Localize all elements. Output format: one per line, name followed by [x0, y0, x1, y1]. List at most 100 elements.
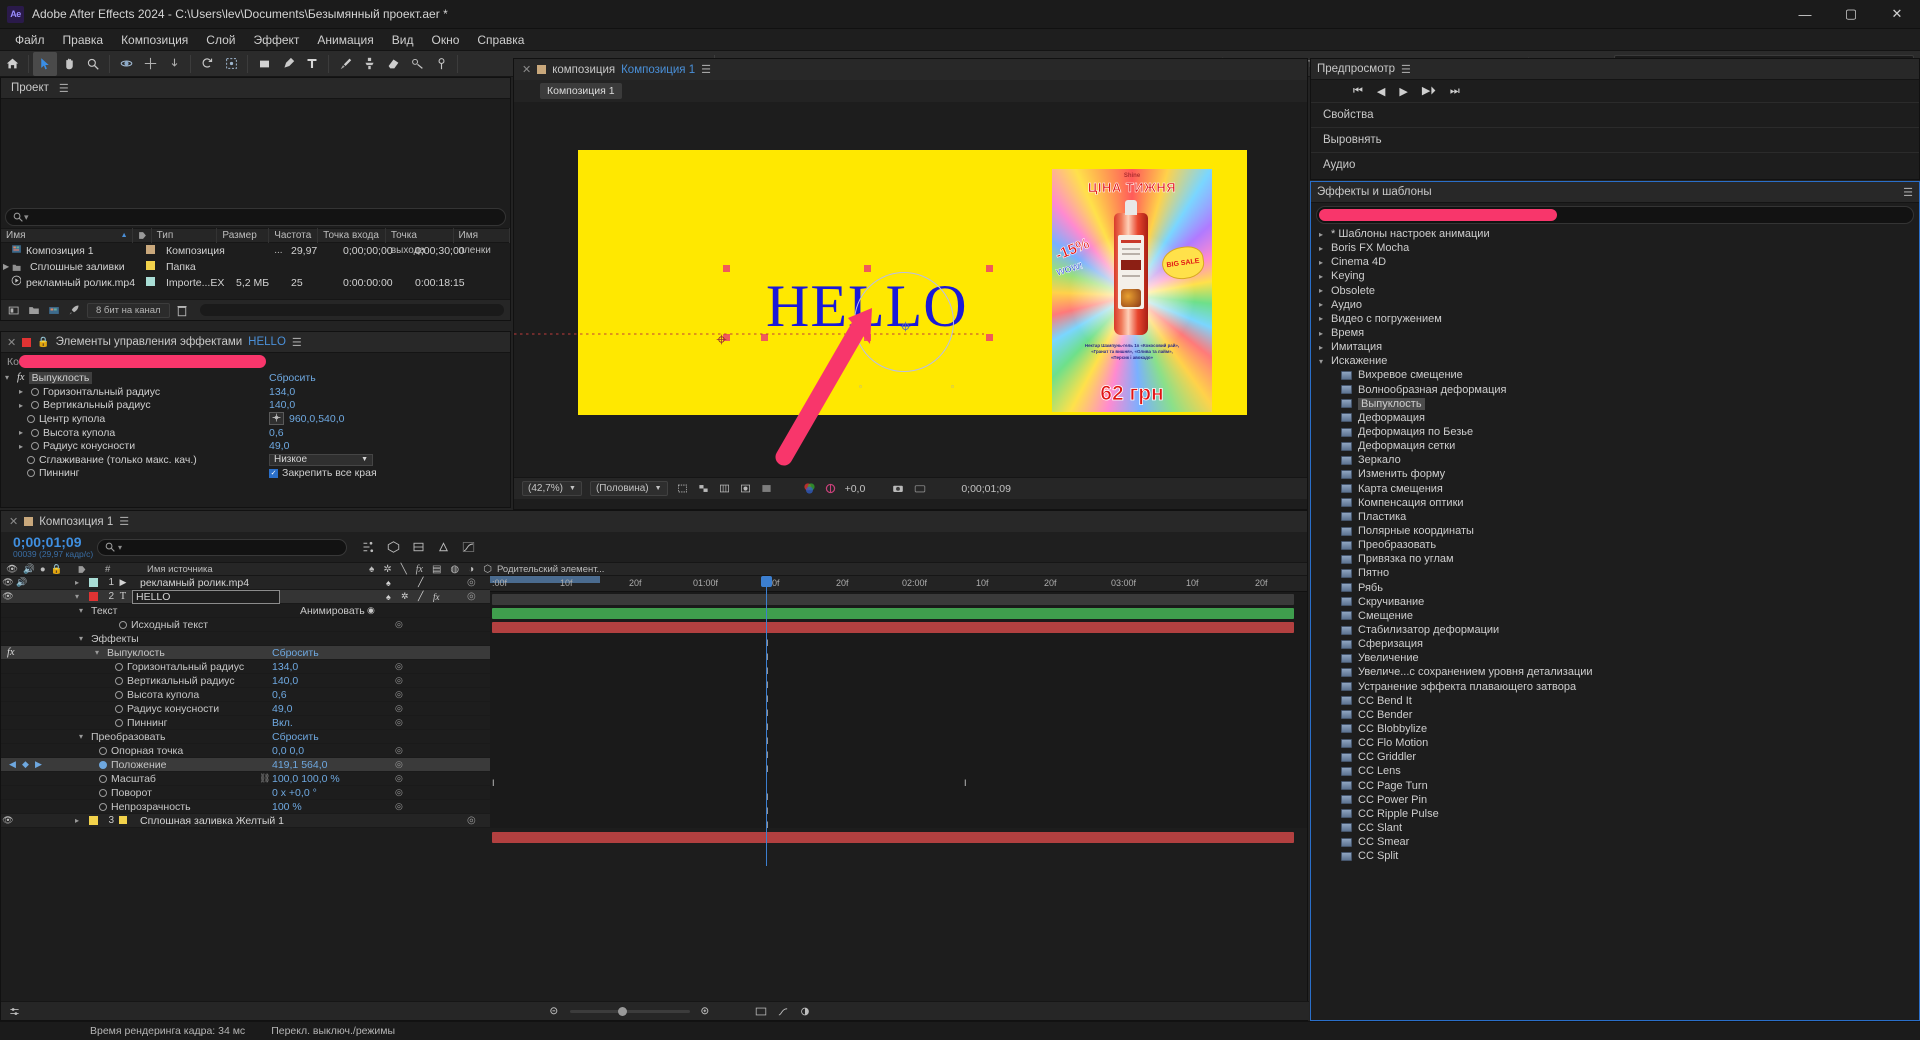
- stopwatch-icon[interactable]: [27, 414, 35, 423]
- effect-item[interactable]: CC Griddler: [1311, 750, 1919, 764]
- animate-label[interactable]: Анимировать: [300, 605, 365, 617]
- selection-handle[interactable]: [986, 265, 993, 272]
- timeline-zoom-slider[interactable]: [570, 1006, 690, 1016]
- property-value[interactable]: Сбросить: [272, 731, 319, 743]
- timeline-search-input[interactable]: ▾: [97, 538, 347, 556]
- project-row-folder[interactable]: ▶ Сплошные заливки Папка: [1, 259, 510, 275]
- effect-item[interactable]: Сферизация: [1311, 637, 1919, 651]
- effect-param-row[interactable]: Пиннинг ✓ Закрепить все края: [1, 467, 510, 481]
- close-button[interactable]: ✕: [1874, 0, 1920, 29]
- expression-icon[interactable]: ◎: [395, 773, 403, 784]
- label-color-swatch[interactable]: [146, 277, 155, 286]
- effects-tab-label[interactable]: Эффекты и шаблоны: [1317, 186, 1432, 198]
- property-row-effects[interactable]: ▾ Эффекты: [1, 632, 490, 646]
- effect-header-row[interactable]: ▾ fx Выпуклость Сбросить: [1, 370, 510, 385]
- effect-item[interactable]: Рябь: [1311, 581, 1919, 595]
- property-value[interactable]: 100 %: [272, 801, 302, 813]
- parent-pickwhip-icon[interactable]: ◎: [467, 591, 476, 602]
- timeline-layer-row-selected[interactable]: 👁 ▾ 2 T HELLO ♠ ✲ ╱ fx ◎: [1, 589, 490, 604]
- property-value[interactable]: 0,6: [272, 689, 287, 701]
- property-value[interactable]: 419,1 564,0: [272, 759, 327, 771]
- keyframe-toggle-icon[interactable]: ◆: [22, 759, 29, 770]
- expression-icon[interactable]: ◎: [395, 745, 403, 756]
- effect-item[interactable]: Деформация: [1311, 411, 1919, 425]
- chevron-down-icon[interactable]: ▾: [75, 592, 83, 601]
- effect-item[interactable]: Увеличе...с сохранением уровня детализац…: [1311, 665, 1919, 679]
- stopwatch-icon[interactable]: [115, 690, 123, 699]
- project-col-size[interactable]: Размер: [217, 228, 270, 243]
- project-row-composition[interactable]: Композиция 1 Композиция 29,97 0;00;00;00…: [1, 243, 510, 259]
- property-value[interactable]: 140,0: [272, 675, 298, 687]
- effect-item[interactable]: Компенсация оптики: [1311, 496, 1919, 510]
- param-value[interactable]: 134,0: [269, 386, 295, 398]
- property-row[interactable]: Поворот 0 x +0,0 ° ◎: [1, 786, 490, 800]
- shy-toggle-icon[interactable]: ♠: [386, 592, 391, 602]
- video-toggle-icon[interactable]: 👁: [1, 815, 15, 826]
- property-row[interactable]: Радиус конусности 49,0 ◎: [1, 702, 490, 716]
- snapshot-camera-icon[interactable]: [891, 483, 905, 494]
- layer-name[interactable]: Сплошная заливка Желтый 1: [132, 815, 284, 827]
- selection-handle[interactable]: [723, 265, 730, 272]
- hide-shy-layers-icon[interactable]: [412, 541, 425, 553]
- effect-item[interactable]: Деформация по Безье: [1311, 425, 1919, 439]
- play-icon[interactable]: ▶: [1399, 85, 1407, 98]
- composition-canvas[interactable]: HELLO ▫ ▫ Shine ЦІНА ТИЖНЯ -15% WOW! BIG…: [514, 150, 1247, 415]
- chevron-right-icon[interactable]: ▸: [19, 442, 27, 451]
- exposure-value[interactable]: +0,0: [845, 483, 866, 495]
- effect-controls-menu-icon[interactable]: ☰: [292, 336, 302, 349]
- new-folder-icon[interactable]: [27, 305, 41, 316]
- orbit-tool-icon[interactable]: [114, 52, 138, 76]
- effects-category[interactable]: ▸ Obsolete: [1311, 284, 1919, 298]
- param-value[interactable]: 140,0: [269, 399, 295, 411]
- project-panel-menu-icon[interactable]: ☰: [59, 82, 69, 95]
- property-value[interactable]: Вкл.: [272, 717, 293, 729]
- expression-icon[interactable]: ◎: [395, 801, 403, 812]
- parent-pickwhip-icon[interactable]: ◎: [467, 815, 476, 826]
- effect-param-row[interactable]: Сглаживание (только макс. кач.) Низкое ▼: [1, 453, 510, 467]
- expression-icon[interactable]: ◎: [395, 689, 403, 700]
- brush-tool-icon[interactable]: [333, 52, 357, 76]
- collapse-toggle-icon[interactable]: ✲: [401, 591, 409, 602]
- step-forward-icon[interactable]: ▶⏵: [1422, 84, 1436, 98]
- effect-item[interactable]: CC Ripple Pulse: [1311, 807, 1919, 821]
- stopwatch-icon[interactable]: [119, 620, 127, 629]
- property-value[interactable]: 49,0: [272, 703, 292, 715]
- effect-item[interactable]: Зеркало: [1311, 453, 1919, 467]
- layer-name[interactable]: HELLO: [132, 589, 280, 604]
- expression-icon[interactable]: ◎: [395, 661, 403, 672]
- menu-view[interactable]: Вид: [383, 31, 423, 49]
- effect-item[interactable]: CC Split: [1311, 849, 1919, 863]
- menu-composition[interactable]: Композиция: [112, 31, 197, 49]
- timeline-ruler[interactable]: :00f 10f 20f 01:00f 10f 20f 02:00f 10f 2…: [490, 576, 1307, 592]
- param-value[interactable]: 960,0,540,0: [289, 413, 344, 425]
- expression-icon[interactable]: ◎: [395, 675, 403, 686]
- property-row[interactable]: Масштаб ⛓ 100,0 100,0 % ◎: [1, 772, 490, 786]
- animate-menu-icon[interactable]: ◉: [367, 605, 375, 616]
- property-row-transform[interactable]: ▾ Преобразовать Сбросить: [1, 730, 490, 744]
- region-of-interest-icon[interactable]: [676, 483, 689, 494]
- playhead[interactable]: [761, 576, 772, 866]
- property-row[interactable]: Горизонтальный радиус 134,0 ◎: [1, 660, 490, 674]
- effect-item[interactable]: Полярные координаты: [1311, 524, 1919, 538]
- composition-timecode[interactable]: 0;00;01;09: [961, 483, 1011, 495]
- bulge-handle[interactable]: ▫: [859, 382, 862, 391]
- expression-icon[interactable]: ◎: [395, 703, 403, 714]
- effect-reset-button[interactable]: Сбросить: [269, 372, 316, 384]
- effects-category[interactable]: ▸ Время: [1311, 326, 1919, 340]
- selection-handle[interactable]: [864, 265, 871, 272]
- mask-visibility-icon[interactable]: [739, 483, 752, 494]
- label-color-swatch[interactable]: [146, 261, 155, 270]
- timeline-graph[interactable]: :00f 10f 20f 01:00f 10f 20f 02:00f 10f 2…: [490, 576, 1307, 866]
- layer-bar-solid[interactable]: [492, 832, 1294, 843]
- antialiasing-select[interactable]: Низкое ▼: [269, 453, 373, 466]
- video-toggle-icon[interactable]: 👁: [1, 591, 15, 602]
- label-color-swatch[interactable]: [146, 245, 155, 254]
- step-back-icon[interactable]: ◀: [1377, 85, 1385, 98]
- clone-stamp-tool-icon[interactable]: [357, 52, 381, 76]
- bit-depth-button[interactable]: 8 бит на канал: [87, 302, 170, 318]
- chevron-down-icon[interactable]: ▾: [79, 732, 87, 741]
- chevron-down-icon[interactable]: ▾: [79, 606, 87, 615]
- project-col-in[interactable]: Точка входа: [318, 228, 386, 243]
- audio-toggle-icon[interactable]: 🔊: [15, 577, 29, 588]
- param-value[interactable]: 0,6: [269, 427, 284, 439]
